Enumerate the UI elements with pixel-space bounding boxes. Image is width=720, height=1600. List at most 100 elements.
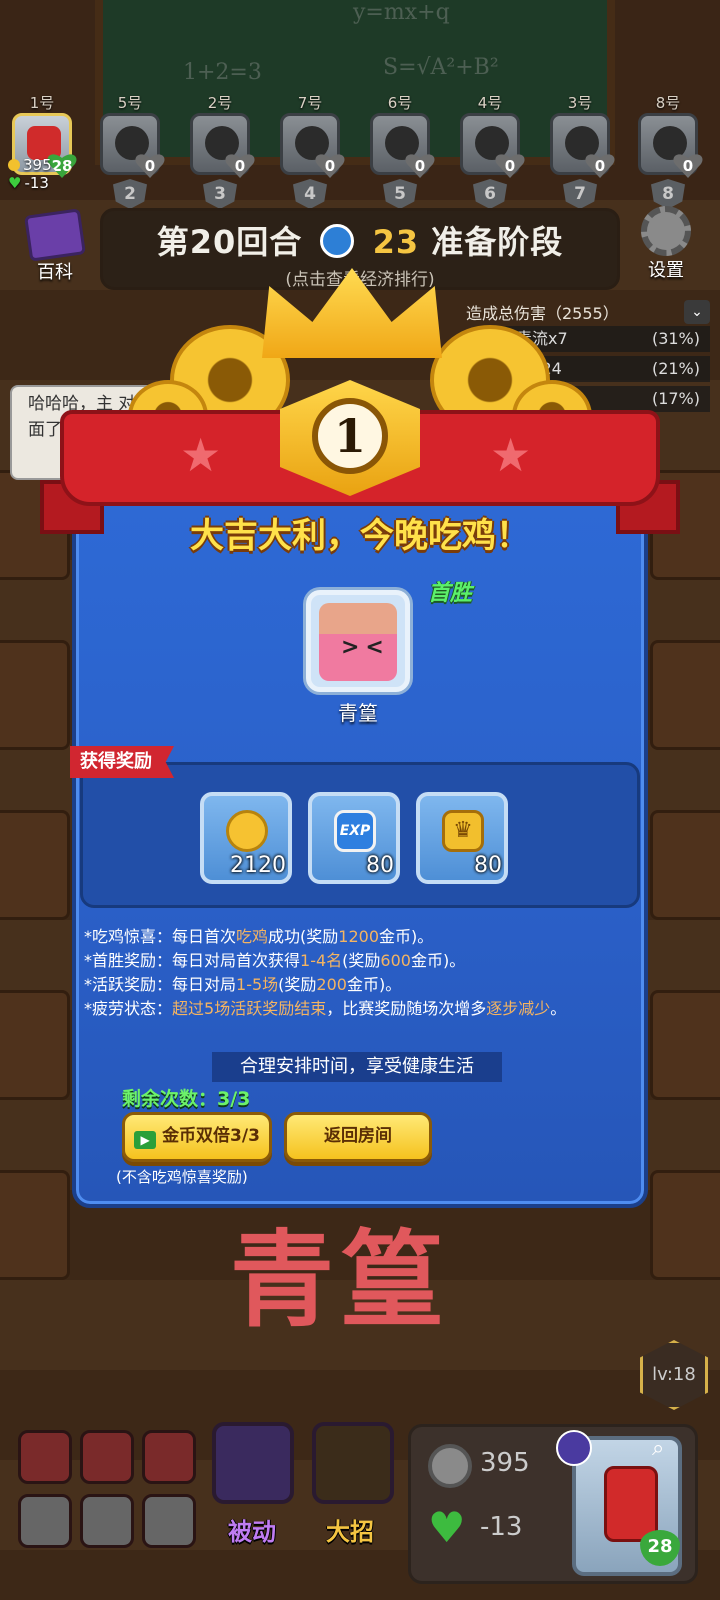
player-avatar: 0 bbox=[370, 113, 430, 175]
return-room-button[interactable]: 返回房间 bbox=[284, 1112, 432, 1162]
hero-avatar: >< bbox=[306, 590, 410, 692]
player-number: 6号 bbox=[387, 94, 413, 112]
heart-icon: ♥ bbox=[8, 174, 22, 192]
rank-badge: 2 bbox=[113, 179, 147, 209]
rank-number: 1 bbox=[312, 398, 388, 474]
coin-icon bbox=[226, 810, 268, 852]
damage-percent: (17%) bbox=[651, 389, 700, 408]
remaining-count: 剩余次数：3/3 bbox=[122, 1088, 251, 1110]
ultimate-label: 大招 bbox=[326, 1518, 374, 1546]
coin-icon bbox=[428, 1444, 472, 1488]
passive-label: 被动 bbox=[228, 1518, 276, 1546]
reward-item-coins: 2120 bbox=[200, 792, 292, 884]
player-hp: 0 bbox=[673, 152, 703, 178]
item-slot[interactable] bbox=[80, 1430, 134, 1484]
encyclopedia-button[interactable]: 百科 bbox=[22, 208, 88, 284]
player-number: 3号 bbox=[567, 94, 593, 112]
player-number: 7号 bbox=[297, 94, 323, 112]
overlay-hero-name: 青篁 bbox=[230, 1219, 451, 1341]
player-number: 8号 bbox=[655, 94, 681, 112]
player-slot[interactable]: 4号 0 6 bbox=[458, 92, 522, 209]
item-slot[interactable] bbox=[142, 1494, 196, 1548]
rank-badge: 7 bbox=[563, 179, 597, 209]
rule-line: *吃鸡惊喜：每日首次吃鸡成功(奖励1200金币)。 bbox=[84, 927, 434, 946]
gear-icon bbox=[641, 206, 691, 256]
item-slot[interactable] bbox=[80, 1494, 134, 1548]
player-number: 5号 bbox=[117, 94, 143, 112]
round-info-panel[interactable]: 第20回合 23 准备阶段 (点击查看经济排行) bbox=[100, 208, 620, 290]
star-icon: ★ bbox=[490, 428, 532, 482]
return-room-label: 返回房间 bbox=[324, 1126, 392, 1146]
victory-title: 大吉大利，今晚吃鸡！ bbox=[190, 516, 530, 556]
coin-icon bbox=[8, 159, 20, 171]
settings-button[interactable]: 设置 bbox=[634, 206, 698, 282]
reward-tag: 获得奖励 bbox=[70, 746, 174, 778]
wallet: 395 ♥ -13 bbox=[8, 156, 52, 192]
settings-label: 设置 bbox=[648, 260, 684, 281]
countdown: 23 bbox=[372, 223, 420, 261]
player-hp: 0 bbox=[405, 152, 435, 178]
player-slot[interactable]: 5号 0 2 bbox=[98, 92, 162, 209]
reward-value: 80 bbox=[474, 853, 502, 878]
hero-name: 青篁 bbox=[338, 701, 378, 725]
rank-badge: 4 bbox=[293, 179, 327, 209]
rank-badge: 5 bbox=[383, 179, 417, 209]
reward-rules: *吃鸡惊喜：每日首次吃鸡成功(奖励1200金币)。 *首胜奖励：每日对局首次获得… bbox=[84, 925, 644, 1021]
player-avatar: 0 bbox=[638, 113, 698, 175]
round-number: 第20回合 bbox=[156, 223, 303, 261]
player-avatar: 0 bbox=[550, 113, 610, 175]
health-value: -13 bbox=[480, 1512, 523, 1542]
collapse-icon[interactable]: ⌄ bbox=[684, 300, 710, 324]
exp-icon: EXP bbox=[334, 810, 376, 852]
double-coins-label: 金币双倍3/3 bbox=[162, 1126, 260, 1146]
first-win-badge: 首胜 bbox=[428, 581, 473, 606]
ultimate-skill-button[interactable] bbox=[312, 1422, 394, 1504]
reward-item-crown: ♛ 80 bbox=[416, 792, 508, 884]
crown-token-icon: ♛ bbox=[442, 810, 484, 852]
total-damage-title: 造成总伤害（2555） bbox=[466, 304, 619, 323]
coin-count: 395 bbox=[23, 156, 52, 174]
item-slot[interactable] bbox=[142, 1430, 196, 1484]
double-coins-note: (不含吃鸡惊喜奖励) bbox=[116, 1168, 248, 1186]
player-hp: 0 bbox=[315, 152, 345, 178]
item-slot[interactable] bbox=[18, 1494, 72, 1548]
rule-line: *活跃奖励：每日对局1-5场(奖励200金币)。 bbox=[84, 975, 402, 994]
player-avatar: 0 bbox=[460, 113, 520, 175]
player-slot[interactable]: 2号 0 3 bbox=[188, 92, 252, 209]
player-avatar: 0 bbox=[100, 113, 160, 175]
player-slot[interactable]: 6号 0 5 bbox=[368, 92, 432, 209]
hero-portrait: >< bbox=[319, 603, 397, 681]
player-avatar: 0 bbox=[190, 113, 250, 175]
reward-item-exp: EXP 80 bbox=[308, 792, 400, 884]
health-value: -13 bbox=[24, 174, 49, 192]
player-avatar: 0 bbox=[280, 113, 340, 175]
player-bar: 1号 28 5号 0 2 2号 0 3 7号 0 4 6号 0 5 4号 0 6… bbox=[0, 80, 720, 209]
video-icon: ▶ bbox=[134, 1131, 157, 1149]
reward-value: 80 bbox=[366, 853, 394, 878]
reward-value: 2120 bbox=[230, 853, 286, 878]
player-slot[interactable]: 3号 0 7 bbox=[548, 92, 612, 209]
coin-count: 395 bbox=[480, 1448, 530, 1478]
rule-line: *首胜奖励：每日对局首次获得1-4名(奖励600金币)。 bbox=[84, 951, 466, 970]
phase-label: 准备阶段 bbox=[431, 223, 564, 261]
player-hp: 0 bbox=[585, 152, 615, 178]
player-slot[interactable]: 7号 0 4 bbox=[278, 92, 342, 209]
double-coins-button[interactable]: ▶ 金币双倍3/3 bbox=[122, 1112, 272, 1162]
rule-line: *疲劳状态：超过5场活跃奖励结束，比赛奖励随场次增多逐步减少。 bbox=[84, 999, 567, 1018]
encyclopedia-label: 百科 bbox=[37, 262, 73, 283]
search-icon[interactable]: ⌕ bbox=[652, 1436, 664, 1461]
rank-badge: 3 bbox=[203, 179, 237, 209]
player-hp: 0 bbox=[225, 152, 255, 178]
damage-percent: (21%) bbox=[651, 359, 700, 378]
faction-emblem-icon bbox=[556, 1430, 592, 1466]
player-slot[interactable]: 8号 0 8 bbox=[636, 92, 700, 209]
passive-skill-button[interactable] bbox=[212, 1422, 294, 1504]
damage-percent: (31%) bbox=[651, 329, 700, 348]
stopwatch-icon bbox=[320, 224, 355, 258]
hero-eyes-icon: >< bbox=[341, 635, 390, 660]
star-icon: ★ bbox=[180, 428, 222, 482]
rank-badge: 6 bbox=[473, 179, 507, 209]
item-slot[interactable] bbox=[18, 1430, 72, 1484]
player-number: 4号 bbox=[477, 94, 503, 112]
heart-icon: ♥ bbox=[428, 1503, 466, 1552]
